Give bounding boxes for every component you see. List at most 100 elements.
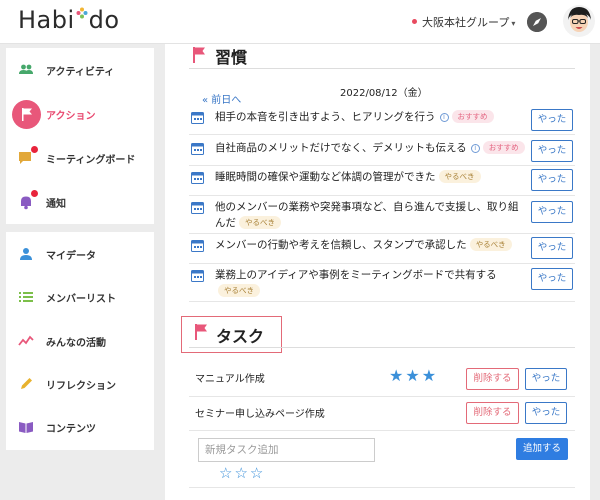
habit-text-block: 睡眠時間の確保や運動など体調の管理ができた やるべき [215, 169, 525, 185]
sidebar-item-everyone-activity[interactable]: みんなの活動 [6, 319, 154, 363]
divider [189, 347, 575, 348]
sidebar-item-contents[interactable]: コンテンツ [6, 405, 154, 449]
habits-section-title: 習慣 [215, 48, 248, 67]
divider [189, 487, 575, 488]
sidebar-item-label: みんなの活動 [46, 338, 106, 349]
group-dot-icon [412, 19, 417, 24]
sidebar-item-label: メンバーリスト [46, 294, 116, 305]
calendar-icon [191, 172, 204, 184]
new-task-input[interactable]: 新規タスク追加 [198, 438, 375, 462]
habit-text: 業務上のアイディアや事例をミーティングボードで共有する [215, 269, 497, 281]
divider [189, 233, 575, 234]
habit-item: 睡眠時間の確保や運動など体調の管理ができた やるべき [189, 169, 589, 189]
sidebar-main-nav: アクティビティ アクション ミーティングボード 通知 [6, 48, 154, 224]
done-button[interactable]: やった [531, 109, 573, 131]
pencil-icon [21, 378, 32, 389]
avatar[interactable] [563, 4, 595, 38]
done-button[interactable]: やった [525, 368, 567, 390]
group-label: 大阪本社グループ [422, 16, 510, 29]
person-icon [20, 248, 32, 260]
divider [189, 263, 575, 264]
list-icon [19, 292, 33, 302]
habit-text: メンバーの行動や考えを信頼し、スタンプで承認した [215, 239, 467, 251]
chevron-down-icon: ▾ [511, 19, 516, 28]
compass-icon[interactable] [527, 12, 547, 32]
habido-logo[interactable]: Habi do [18, 6, 120, 34]
sidebar-item-reflection[interactable]: リフレクション [6, 362, 154, 406]
done-button[interactable]: やった [531, 140, 573, 162]
calendar-icon [191, 143, 204, 155]
info-icon[interactable]: i [439, 113, 449, 122]
recommended-badge: おすすめ [482, 141, 525, 154]
habit-text: 自社商品のメリットだけでなく、デメリットも伝える [215, 142, 467, 154]
habit-text-block: 自社商品のメリットだけでなく、デメリットも伝える i おすすめ [215, 140, 555, 156]
logo-text-before: Habi [18, 6, 75, 34]
divider [189, 134, 575, 135]
habit-text: 相手の本音を引き出すよう、ヒアリングを行う [215, 111, 436, 123]
sidebar-item-label: アクション [46, 111, 96, 122]
done-button[interactable]: やった [531, 268, 573, 290]
sidebar-item-action[interactable]: アクション [6, 92, 154, 136]
calendar-icon [191, 202, 204, 214]
sidebar-item-label: リフレクション [46, 381, 116, 392]
sidebar-secondary-nav: マイデータ メンバーリスト みんなの活動 リフレクション コンテンツ [6, 232, 154, 450]
sidebar-item-label: アクティビティ [46, 67, 115, 78]
divider [189, 430, 575, 431]
sidebar-item-label: コンテンツ [46, 424, 96, 435]
delete-task-button[interactable]: 削除する [466, 368, 519, 390]
required-badge: やるべき [438, 170, 481, 183]
done-button[interactable]: やった [531, 201, 573, 223]
divider [189, 195, 575, 196]
current-date: 2022/08/12（金） [340, 88, 428, 99]
flag-icon [22, 108, 32, 121]
priority-stars[interactable]: ★★★ [389, 366, 438, 385]
flag-icon [193, 47, 205, 63]
info-icon[interactable]: i [470, 144, 480, 153]
task-name: セミナー申し込みページ作成 [195, 409, 325, 420]
habit-item: 他のメンバーの業務や突発事項など、自ら進んで支援し、取り組んだ やるべき [189, 199, 589, 233]
required-badge: やるべき [469, 238, 512, 251]
calendar-icon [191, 112, 204, 124]
recommended-badge: おすすめ [451, 110, 494, 123]
required-badge: やるべき [239, 216, 281, 229]
habit-item: 業務上のアイディアや事例をミーティングボードで共有するやるべき [189, 267, 589, 301]
app-header: Habi do 大阪本社グループ ▾ [0, 0, 600, 44]
calendar-icon [191, 270, 204, 282]
logo-text-after: do [88, 6, 120, 34]
divider [189, 396, 575, 397]
sidebar-item-notifications[interactable]: 通知 [6, 180, 154, 224]
habit-item: メンバーの行動や考えを信頼し、スタンプで承認した やるべき [189, 237, 589, 257]
divider [189, 165, 575, 166]
notification-badge [31, 146, 38, 153]
flag-icon [195, 324, 207, 340]
habit-text-block: 相手の本音を引き出すよう、ヒアリングを行う i おすすめ [215, 109, 525, 125]
sidebar-item-label: ミーティングボード [46, 155, 136, 166]
new-task-priority-stars[interactable]: ☆☆☆ [219, 464, 265, 482]
done-button[interactable]: やった [525, 402, 567, 424]
group-selector[interactable]: 大阪本社グループ ▾ [412, 14, 515, 30]
previous-day-link[interactable]: « 前日へ [202, 91, 241, 106]
delete-task-button[interactable]: 削除する [466, 402, 519, 424]
done-button[interactable]: やった [531, 169, 573, 191]
required-badge: やるべき [218, 284, 260, 297]
main-content: 習慣 « 前日へ 2022/08/12（金） 相手の本音を引き出すよう、ヒアリン… [165, 44, 590, 500]
habit-text: 睡眠時間の確保や運動など体調の管理ができた [215, 171, 436, 183]
add-task-button[interactable]: 追加する [516, 438, 568, 460]
book-icon [19, 422, 33, 433]
habit-item: 相手の本音を引き出すよう、ヒアリングを行う i おすすめ [189, 109, 589, 129]
habit-text-block: 他のメンバーの業務や突発事項など、自ら進んで支援し、取り組んだ やるべき [215, 199, 525, 231]
calendar-icon [191, 240, 204, 252]
done-button[interactable]: やった [531, 237, 573, 259]
habit-text-block: メンバーの行動や考えを信頼し、スタンプで承認した やるべき [215, 237, 555, 253]
divider [189, 68, 575, 69]
sidebar-item-meeting-board[interactable]: ミーティングボード [6, 136, 154, 180]
sidebar-item-activity[interactable]: アクティビティ [6, 48, 154, 92]
notification-badge [31, 190, 38, 197]
people-icon [19, 64, 33, 74]
sidebar-item-label: 通知 [46, 199, 66, 210]
sidebar-item-my-data[interactable]: マイデータ [6, 232, 154, 276]
sidebar-item-member-list[interactable]: メンバーリスト [6, 275, 154, 319]
task-name: マニュアル作成 [195, 374, 265, 385]
tasks-section-title: タスク [216, 327, 265, 346]
trend-icon [18, 335, 34, 346]
